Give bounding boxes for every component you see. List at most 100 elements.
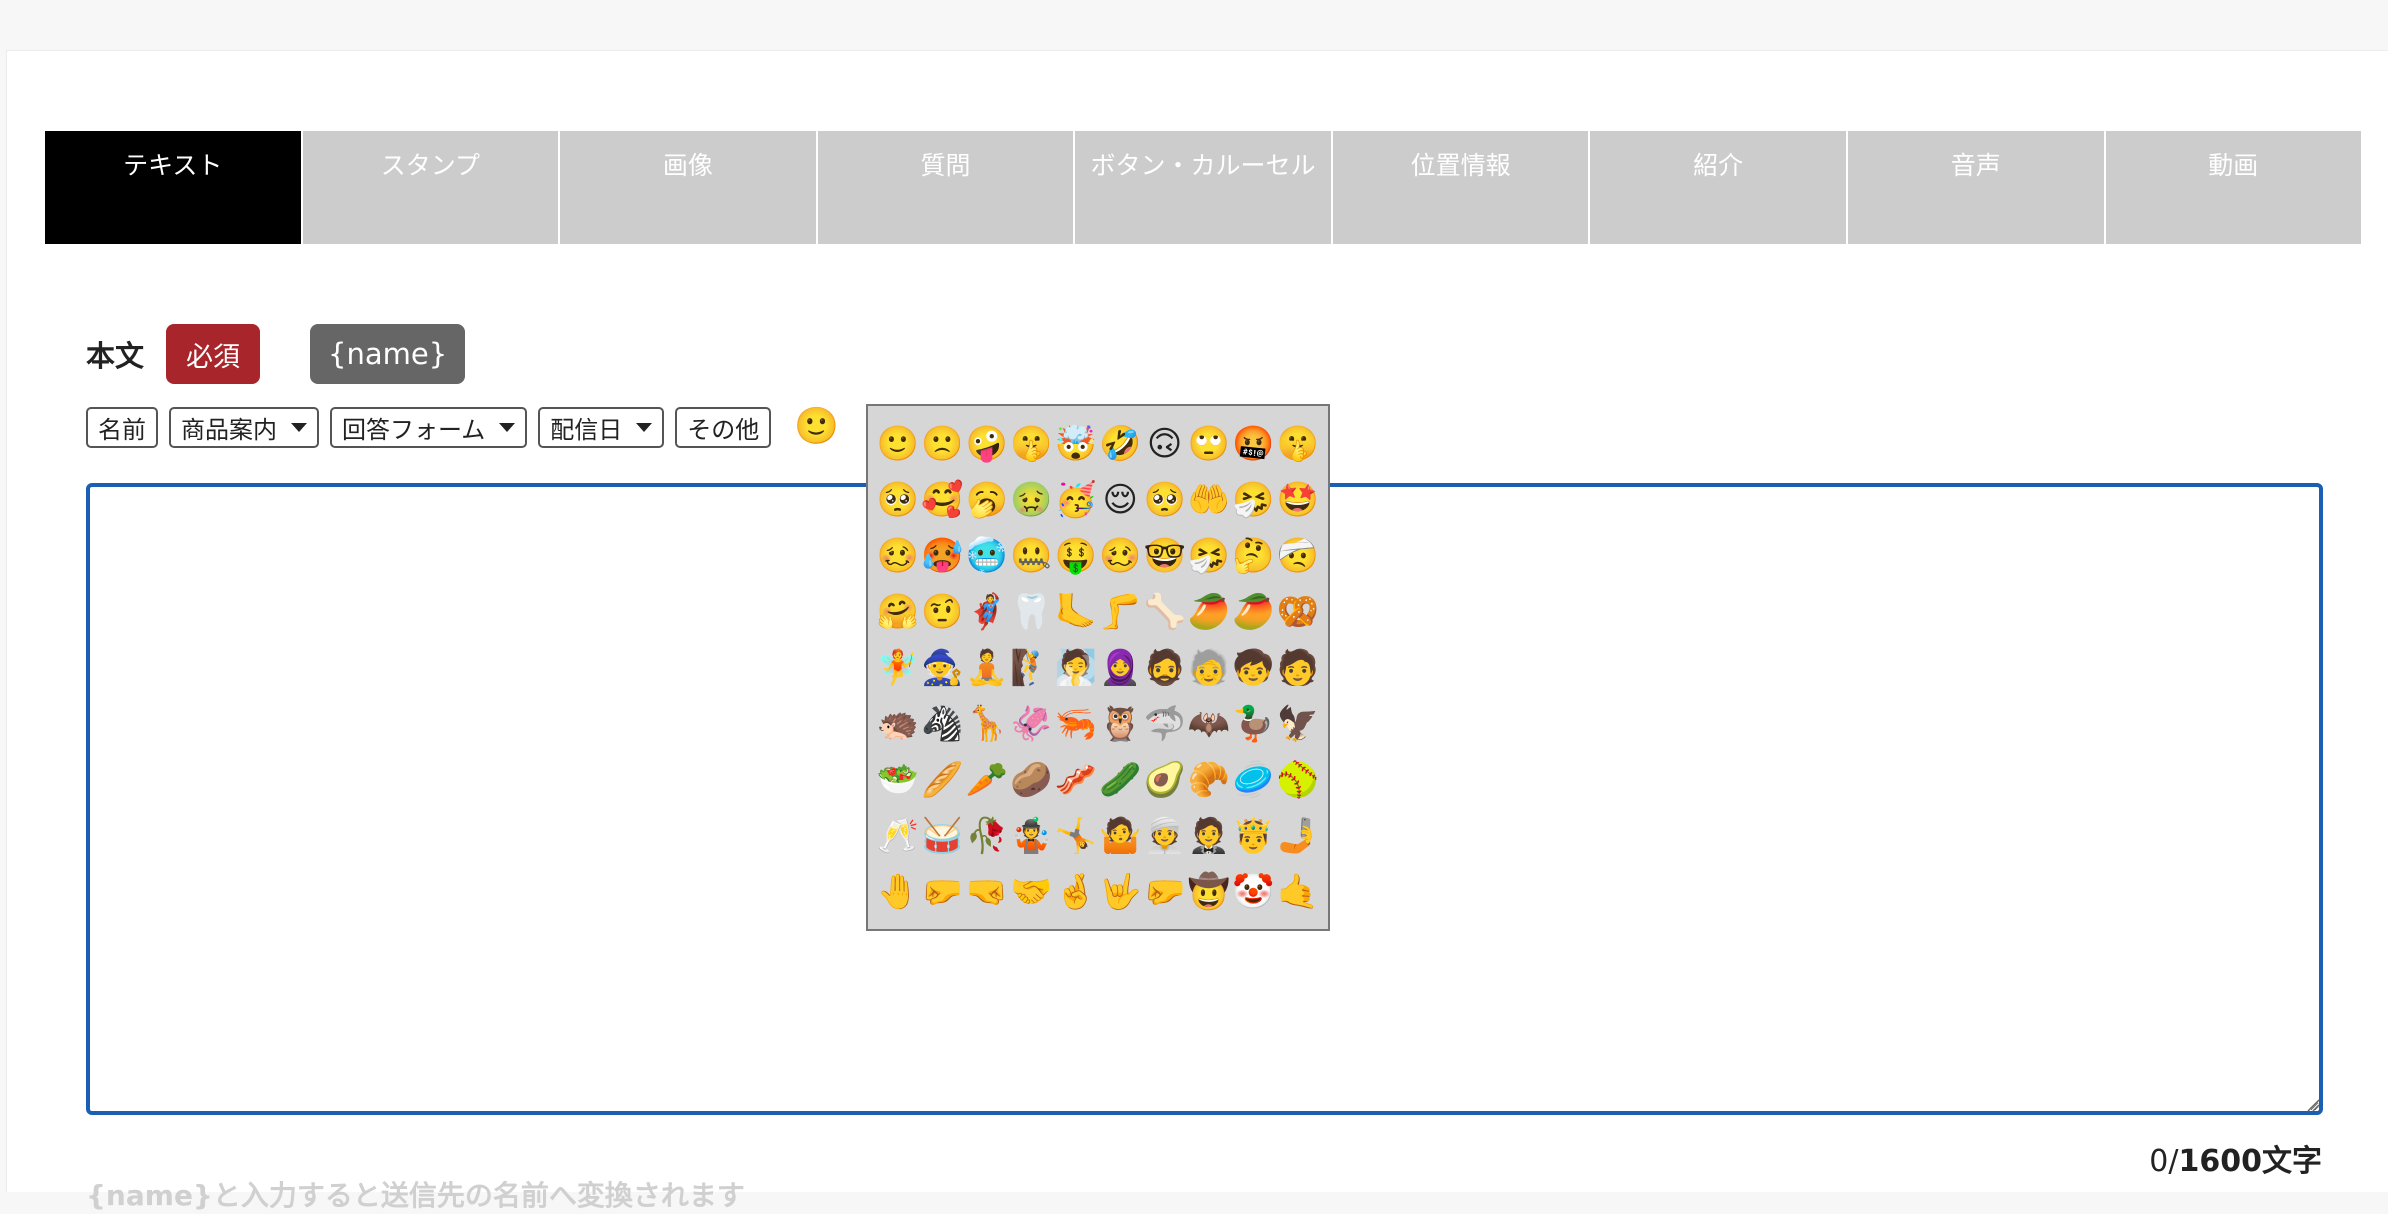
product-dropdown[interactable]: 商品案内: [169, 406, 319, 448]
answer-form-dropdown[interactable]: 回答フォーム: [330, 406, 528, 448]
emoji-option[interactable]: 🥵: [920, 528, 964, 584]
emoji-option[interactable]: 🦇: [1187, 696, 1231, 752]
emoji-option[interactable]: 🧙: [920, 640, 964, 696]
emoji-option[interactable]: 🦈: [1143, 696, 1187, 752]
emoji-option[interactable]: 🧕: [1098, 640, 1142, 696]
emoji-option[interactable]: 🤜: [965, 864, 1009, 920]
emoji-option[interactable]: 🤑: [1054, 528, 1098, 584]
emoji-option[interactable]: 🤫: [1276, 416, 1320, 472]
emoji-option[interactable]: 🥱: [965, 472, 1009, 528]
tab-stamp[interactable]: スタンプ: [302, 131, 561, 244]
emoji-option[interactable]: 🤕: [1276, 528, 1320, 584]
emoji-option[interactable]: 🥨: [1276, 584, 1320, 640]
emoji-option[interactable]: 🤨: [920, 584, 964, 640]
tab-introduction[interactable]: 紹介: [1590, 131, 1848, 244]
tab-button-carousel[interactable]: ボタン・カルーセル: [1075, 131, 1333, 244]
emoji-option[interactable]: 🦴: [1143, 584, 1187, 640]
emoji-option[interactable]: 🤬: [1232, 416, 1276, 472]
emoji-option[interactable]: 🦑: [1009, 696, 1053, 752]
emoji-option[interactable]: 🤣: [1098, 416, 1142, 472]
emoji-option[interactable]: 🤫: [1009, 416, 1053, 472]
emoji-option[interactable]: 🦉: [1098, 696, 1142, 752]
emoji-option[interactable]: 🥗: [876, 752, 920, 808]
emoji-option[interactable]: 🥴: [876, 528, 920, 584]
emoji-option[interactable]: 🥐: [1187, 752, 1231, 808]
emoji-option[interactable]: 🤳: [1276, 808, 1320, 864]
emoji-option[interactable]: 🙄: [1187, 416, 1231, 472]
emoji-option[interactable]: 🥂: [876, 808, 920, 864]
emoji-option[interactable]: 🧑: [1276, 640, 1320, 696]
emoji-option[interactable]: 🥀: [965, 808, 1009, 864]
emoji-option[interactable]: 🤵: [1187, 808, 1231, 864]
resize-grip-icon[interactable]: [2306, 1098, 2320, 1112]
emoji-option[interactable]: 🤩: [1276, 472, 1320, 528]
emoji-option[interactable]: 🤓: [1143, 528, 1187, 584]
insert-name-button[interactable]: 名前: [86, 406, 158, 448]
emoji-option[interactable]: 🤛: [1143, 864, 1187, 920]
emoji-option[interactable]: 🥁: [920, 808, 964, 864]
emoji-option[interactable]: 🧘: [965, 640, 1009, 696]
emoji-option[interactable]: 🥔: [1009, 752, 1053, 808]
emoji-option[interactable]: 🤲: [1187, 472, 1231, 528]
emoji-option[interactable]: 🧔: [1143, 640, 1187, 696]
emoji-option[interactable]: 🦅: [1276, 696, 1320, 752]
emoji-option[interactable]: 🤴: [1232, 808, 1276, 864]
other-button[interactable]: その他: [675, 406, 772, 448]
tab-image[interactable]: 画像: [560, 131, 818, 244]
emoji-option[interactable]: 🤠: [1187, 864, 1231, 920]
emoji-option[interactable]: 🤸: [1054, 808, 1098, 864]
name-placeholder-tag[interactable]: {name}: [310, 324, 466, 384]
emoji-option[interactable]: 🥏: [1232, 752, 1276, 808]
emoji-option[interactable]: 🤟: [1098, 864, 1142, 920]
emoji-option[interactable]: 🤢: [1009, 472, 1053, 528]
emoji-option[interactable]: 🤯: [1054, 416, 1098, 472]
emoji-option[interactable]: 🤚: [876, 864, 920, 920]
emoji-picker-button[interactable]: 🙂: [794, 406, 839, 448]
emoji-option[interactable]: 🧗: [1009, 640, 1053, 696]
emoji-option[interactable]: 🥳: [1054, 472, 1098, 528]
emoji-option[interactable]: 🤷: [1098, 808, 1142, 864]
emoji-option[interactable]: 🙂: [876, 416, 920, 472]
emoji-option[interactable]: 😌: [1098, 472, 1142, 528]
emoji-option[interactable]: 👳: [1143, 808, 1187, 864]
emoji-option[interactable]: 🤧: [1232, 472, 1276, 528]
emoji-option[interactable]: 🙁: [920, 416, 964, 472]
emoji-option[interactable]: 🧚: [876, 640, 920, 696]
tab-question[interactable]: 質問: [817, 131, 1076, 244]
emoji-option[interactable]: 🦵: [1098, 584, 1142, 640]
emoji-option[interactable]: 🤔: [1232, 528, 1276, 584]
emoji-option[interactable]: 🤪: [965, 416, 1009, 472]
emoji-option[interactable]: 🥴: [1098, 528, 1142, 584]
emoji-option[interactable]: 🥭: [1232, 584, 1276, 640]
emoji-option[interactable]: 🤛: [920, 864, 964, 920]
emoji-option[interactable]: 🦶: [1054, 584, 1098, 640]
tab-text[interactable]: テキスト: [45, 131, 303, 244]
emoji-option[interactable]: 🥎: [1276, 752, 1320, 808]
emoji-option[interactable]: 🤐: [1009, 528, 1053, 584]
tab-video[interactable]: 動画: [2105, 131, 2362, 244]
tab-location[interactable]: 位置情報: [1332, 131, 1591, 244]
emoji-option[interactable]: 🥭: [1187, 584, 1231, 640]
emoji-option[interactable]: 🦆: [1232, 696, 1276, 752]
emoji-option[interactable]: 🤝: [1009, 864, 1053, 920]
emoji-option[interactable]: 🤧: [1187, 528, 1231, 584]
emoji-option[interactable]: 🥖: [920, 752, 964, 808]
emoji-option[interactable]: 🥶: [965, 528, 1009, 584]
emoji-option[interactable]: 🥒: [1098, 752, 1142, 808]
emoji-option[interactable]: 🤗: [876, 584, 920, 640]
tab-audio[interactable]: 音声: [1847, 131, 2106, 244]
emoji-option[interactable]: 🧓: [1187, 640, 1231, 696]
emoji-option[interactable]: 🥕: [965, 752, 1009, 808]
emoji-option[interactable]: 🤙: [1276, 864, 1320, 920]
emoji-option[interactable]: 🦐: [1054, 696, 1098, 752]
emoji-option[interactable]: 🤹: [1009, 808, 1053, 864]
emoji-option[interactable]: 🥑: [1143, 752, 1187, 808]
emoji-option[interactable]: 🤞: [1054, 864, 1098, 920]
emoji-option[interactable]: 🦔: [876, 696, 920, 752]
emoji-option[interactable]: 🧖: [1054, 640, 1098, 696]
emoji-option[interactable]: 🥺: [1143, 472, 1187, 528]
emoji-option[interactable]: 🧒: [1232, 640, 1276, 696]
emoji-option[interactable]: 🥺: [876, 472, 920, 528]
emoji-option[interactable]: 🦒: [965, 696, 1009, 752]
emoji-option[interactable]: 🥓: [1054, 752, 1098, 808]
